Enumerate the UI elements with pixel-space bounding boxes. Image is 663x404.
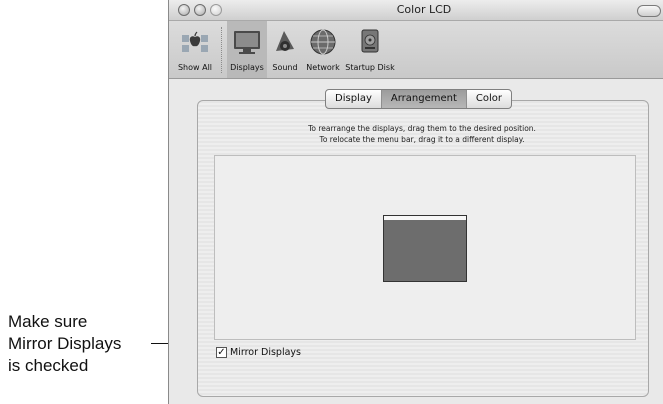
toolbar-label-show-all: Show All — [177, 63, 213, 72]
arrangement-area — [214, 155, 636, 340]
window-title: Color LCD — [396, 3, 452, 16]
callout-line-2: Mirror Displays — [8, 334, 122, 353]
apple-icon — [182, 31, 208, 52]
globe-icon — [310, 29, 336, 55]
toolbar-network[interactable]: Network — [303, 21, 343, 78]
toolbar-label-sound: Sound — [272, 63, 298, 72]
menu-bar-indicator[interactable] — [383, 215, 467, 220]
tab-segmented-control: Display Arrangement Color — [325, 89, 512, 109]
display-icon — [234, 31, 260, 54]
toolbar-show-all[interactable]: Show All — [169, 21, 221, 78]
callout-line-3: is checked — [8, 356, 89, 375]
toolbar-displays[interactable]: Displays — [227, 21, 267, 78]
toolbar-label-displays: Displays — [230, 63, 264, 72]
toolbar-label-network: Network — [306, 63, 340, 72]
toolbar-sound[interactable]: Sound — [268, 21, 302, 78]
toolbar-toggle-button[interactable] — [637, 5, 661, 17]
instruction-line-1: To rearrange the displays, drag them to … — [308, 124, 536, 133]
toolbar: Show All Displays Sound Network Startup … — [169, 21, 663, 79]
toolbar-startup-disk[interactable]: Startup Disk — [344, 21, 396, 78]
speaker-icon — [276, 31, 294, 51]
tab-color[interactable]: Color — [467, 90, 511, 108]
preferences-window: Color LCD Show All Displays Sound Networ… — [168, 0, 663, 404]
title-bar: Color LCD — [169, 0, 663, 21]
callout-line-1: Make sure — [8, 312, 88, 331]
tab-display[interactable]: Display — [326, 90, 382, 108]
toolbar-separator — [221, 27, 222, 73]
callout-annotation: Make sure Mirror Displays is checked — [8, 311, 148, 377]
disk-icon — [361, 29, 379, 53]
mirror-displays-label: Mirror Displays — [230, 347, 301, 358]
display-thumbnail[interactable] — [383, 219, 467, 282]
tab-arrangement[interactable]: Arrangement — [381, 90, 467, 108]
mirror-displays-checkbox[interactable]: ✓ — [216, 347, 227, 358]
mirror-displays-option[interactable]: ✓ Mirror Displays — [216, 347, 301, 358]
instruction-line-2: To relocate the menu bar, drag it to a d… — [319, 135, 525, 144]
toolbar-label-startup-disk: Startup Disk — [345, 63, 395, 72]
